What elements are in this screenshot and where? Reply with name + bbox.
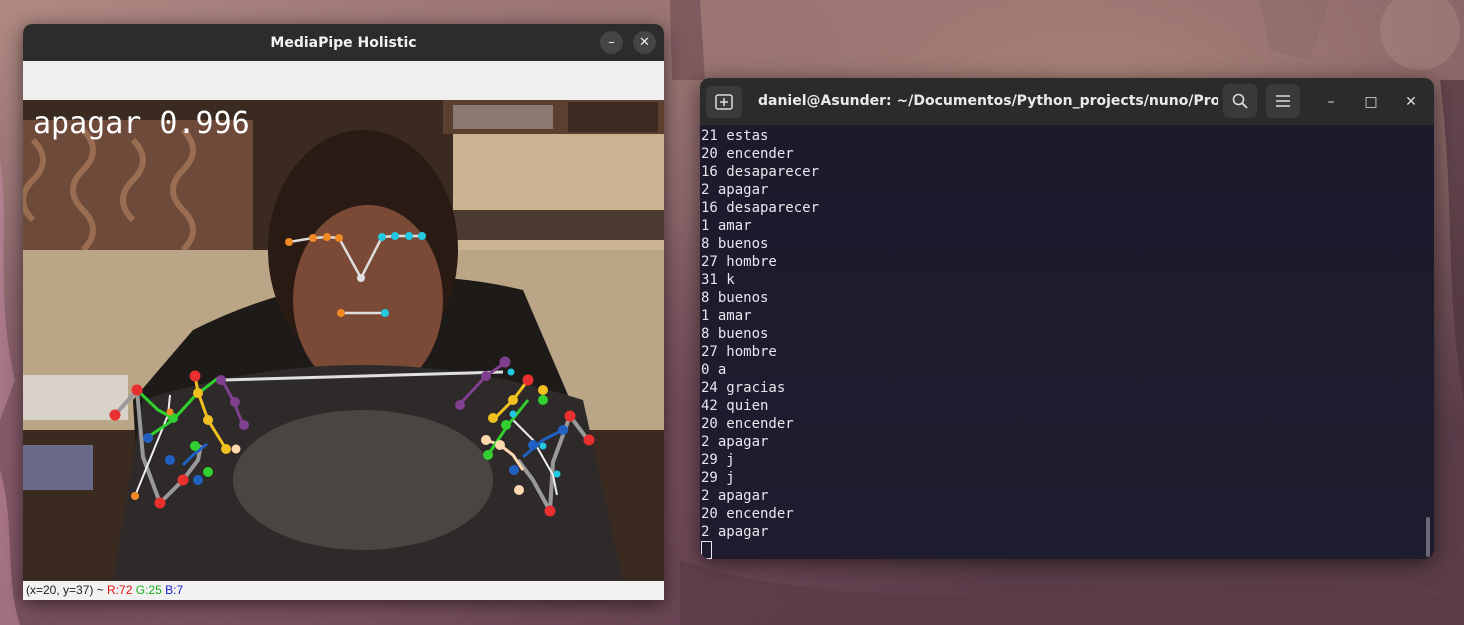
search-button[interactable] <box>1223 84 1257 118</box>
terminal-line: 16 desaparecer <box>701 164 820 180</box>
terminal-line: 2 apagar <box>701 488 769 504</box>
terminal-headerbar[interactable]: daniel@Asunder: ~/Documentos/Python_proj… <box>700 78 1434 125</box>
terminal-line: 16 desaparecer <box>701 200 820 216</box>
terminal-line: 1 amar <box>701 308 752 324</box>
prediction-overlay: apagar 0.996 <box>33 106 250 141</box>
new-tab-icon <box>715 94 733 110</box>
status-red: R:72 <box>107 583 133 597</box>
hamburger-menu-icon <box>1276 95 1290 107</box>
terminal-line: 0 a <box>701 362 727 378</box>
mediapipe-window: MediaPipe Holistic – ✕ apagar 0.996 (x=2… <box>23 24 664 600</box>
terminal-line: 21 estas <box>701 128 769 144</box>
terminal-line: 2 apagar <box>701 524 769 540</box>
terminal-scrollbar[interactable] <box>1426 517 1430 557</box>
status-bar: (x=20, y=37) ~ R:72 G:25 B:7 <box>23 581 664 600</box>
terminal-output[interactable]: 21 estas 20 encender 16 desaparecer 2 apaga… <box>700 125 1434 559</box>
terminal-line: 20 encender <box>701 416 794 432</box>
terminal-minimize-button[interactable]: – <box>1319 90 1343 114</box>
terminal-line: 24 gracias <box>701 380 786 396</box>
terminal-lines: 21 estas 20 encender 16 desaparecer 2 apaga… <box>701 127 819 559</box>
terminal-line: 2 apagar <box>701 182 769 198</box>
status-blue: B:7 <box>165 583 184 597</box>
menu-button[interactable] <box>1266 84 1300 118</box>
terminal-line: 27 hombre <box>701 344 777 360</box>
window-title: MediaPipe Holistic <box>270 34 417 51</box>
terminal-line: 42 quien <box>701 398 769 414</box>
minimize-button[interactable]: – <box>600 31 623 54</box>
close-button[interactable]: ✕ <box>633 31 656 54</box>
camera-view[interactable]: apagar 0.996 <box>23 100 664 581</box>
terminal-close-button[interactable]: ✕ <box>1399 90 1423 114</box>
terminal-cursor <box>701 541 712 559</box>
terminal-line: 27 hombre <box>701 254 777 270</box>
terminal-line: 2 apagar <box>701 434 769 450</box>
terminal-title: daniel@Asunder: ~/Documentos/Python_proj… <box>758 93 1218 109</box>
camera-frame: apagar 0.996 <box>23 100 664 581</box>
status-coords: (x=20, y=37) ~ <box>26 583 108 597</box>
terminal-line: 1 amar <box>701 218 752 234</box>
terminal-maximize-button[interactable]: □ <box>1359 90 1383 114</box>
terminal-line: 8 buenos <box>701 290 769 306</box>
terminal-line: 20 encender <box>701 146 794 162</box>
terminal-line: 20 encender <box>701 506 794 522</box>
new-tab-button[interactable] <box>706 86 742 118</box>
terminal-line: 8 buenos <box>701 236 769 252</box>
status-green: G:25 <box>135 583 162 597</box>
terminal-prompt-line[interactable] <box>701 541 819 559</box>
search-icon <box>1232 93 1248 109</box>
terminal-line: 8 buenos <box>701 326 769 342</box>
terminal-line: 29 j <box>701 470 735 486</box>
terminal-line: 29 j <box>701 452 735 468</box>
terminal-window: daniel@Asunder: ~/Documentos/Python_proj… <box>700 78 1434 559</box>
mediapipe-titlebar[interactable]: MediaPipe Holistic – ✕ <box>23 24 664 61</box>
mediapipe-toolbar <box>23 61 664 100</box>
terminal-line: 31 k <box>701 272 735 288</box>
